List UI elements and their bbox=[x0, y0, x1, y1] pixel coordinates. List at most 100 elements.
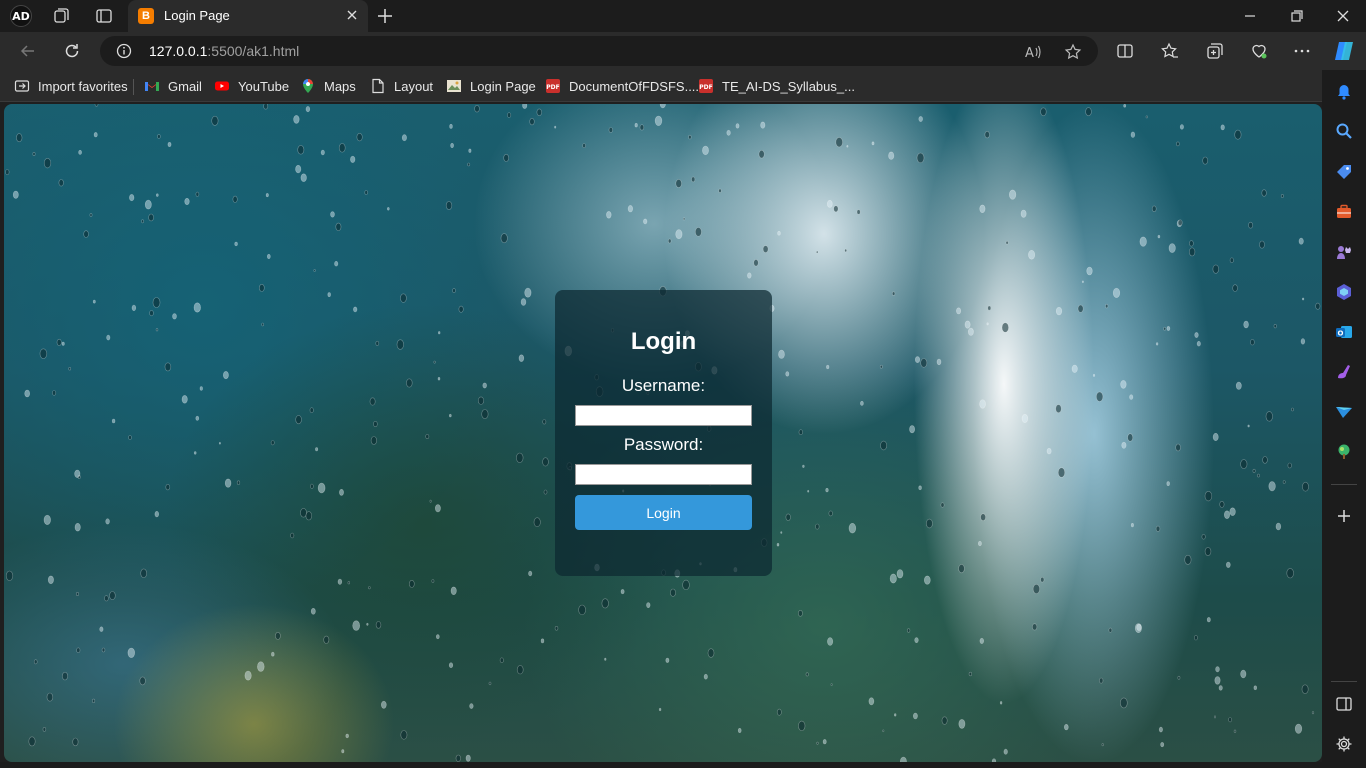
raindrop bbox=[290, 532, 295, 539]
bookmark-youtube[interactable]: YouTube bbox=[214, 77, 289, 95]
raindrop bbox=[1127, 433, 1134, 442]
raindrop bbox=[1248, 221, 1253, 229]
raindrop bbox=[516, 665, 524, 675]
hide-sidebar-icon[interactable] bbox=[1335, 695, 1353, 713]
favorites-icon[interactable] bbox=[1160, 41, 1180, 61]
refresh-icon[interactable] bbox=[62, 41, 82, 61]
drop-icon[interactable] bbox=[1335, 403, 1353, 421]
password-label: Password: bbox=[623, 435, 704, 454]
url-text[interactable]: 127.0.0.1:5500/ak1.html bbox=[149, 43, 299, 59]
restore-icon[interactable] bbox=[1287, 6, 1307, 26]
shopping-tag-icon[interactable] bbox=[1335, 163, 1353, 181]
notifications-bell-icon[interactable] bbox=[1335, 83, 1353, 101]
raindrop bbox=[1001, 322, 1009, 333]
raindrop bbox=[871, 141, 875, 146]
bookmark-login-page[interactable]: Login Page bbox=[446, 77, 536, 95]
raindrop bbox=[1188, 247, 1196, 257]
bookmark-gmail[interactable]: Gmail bbox=[144, 77, 202, 95]
tools-briefcase-icon[interactable] bbox=[1335, 203, 1353, 221]
raindrop bbox=[195, 415, 200, 421]
raindrop bbox=[1046, 447, 1052, 455]
tab-strip: AD B Login Page bbox=[0, 0, 1366, 32]
settings-gear-icon[interactable] bbox=[1335, 735, 1353, 753]
raindrop bbox=[503, 154, 510, 162]
tree-icon[interactable] bbox=[1335, 443, 1353, 461]
raindrop bbox=[707, 648, 715, 658]
split-screen-icon[interactable] bbox=[1115, 41, 1135, 61]
collections-icon[interactable] bbox=[1205, 41, 1225, 61]
raindrop bbox=[868, 697, 875, 706]
tab-login-page[interactable]: B Login Page bbox=[128, 0, 368, 32]
profile-avatar[interactable]: AD bbox=[10, 5, 32, 27]
copilot-icon[interactable] bbox=[1332, 39, 1356, 63]
username-input[interactable] bbox=[575, 405, 752, 426]
site-info-icon[interactable] bbox=[116, 43, 132, 59]
raindrop bbox=[785, 513, 791, 521]
raindrop bbox=[643, 218, 648, 225]
raindrop bbox=[659, 104, 666, 109]
raindrop bbox=[1166, 326, 1171, 331]
search-icon[interactable] bbox=[1335, 122, 1353, 140]
new-tab-icon[interactable] bbox=[375, 6, 395, 26]
minimize-icon[interactable] bbox=[1240, 6, 1260, 26]
tab-actions-icon[interactable] bbox=[95, 7, 113, 25]
raindrop bbox=[435, 634, 440, 640]
raindrop bbox=[139, 676, 146, 686]
raindrop bbox=[61, 671, 68, 681]
raindrop bbox=[468, 148, 472, 153]
raindrop bbox=[347, 581, 350, 585]
window-bottom-edge bbox=[0, 762, 1322, 768]
page-viewport: Login Username: Password: Login bbox=[4, 104, 1322, 762]
bookmark-te-ai-ds-syllabus[interactable]: PDF TE_AI-DS_Syllabus_... bbox=[698, 77, 855, 95]
address-bar[interactable]: 127.0.0.1:5500/ak1.html A bbox=[100, 36, 1098, 66]
raindrop bbox=[339, 488, 344, 496]
edge-sidebar: O bbox=[1322, 70, 1366, 768]
read-aloud-icon[interactable]: A bbox=[1024, 43, 1042, 61]
microsoft-365-icon[interactable] bbox=[1335, 283, 1353, 301]
more-menu-icon[interactable] bbox=[1292, 41, 1312, 61]
bookmark-import-favorites[interactable]: Import favorites bbox=[14, 77, 128, 95]
raindrop bbox=[52, 390, 57, 396]
raindrop bbox=[1214, 676, 1221, 685]
close-tab-icon[interactable] bbox=[344, 7, 360, 23]
raindrop bbox=[109, 591, 116, 600]
browser-essentials-icon[interactable] bbox=[1249, 41, 1269, 61]
raindrop bbox=[646, 602, 651, 608]
raindrop bbox=[822, 739, 827, 745]
raindrop bbox=[958, 719, 966, 729]
raindrop bbox=[1189, 240, 1194, 247]
raindrop bbox=[515, 452, 524, 463]
add-sidebar-app-icon[interactable] bbox=[1335, 507, 1353, 525]
raindrop bbox=[270, 440, 275, 446]
raindrop bbox=[1229, 507, 1236, 516]
login-button[interactable]: Login bbox=[575, 495, 752, 530]
raindrop bbox=[826, 364, 830, 370]
raindrop bbox=[500, 233, 508, 244]
raindrop bbox=[458, 305, 464, 313]
workspaces-icon[interactable] bbox=[52, 7, 70, 25]
raindrop bbox=[305, 106, 311, 113]
back-icon[interactable] bbox=[18, 41, 38, 61]
password-input[interactable] bbox=[575, 464, 752, 485]
raindrop bbox=[12, 190, 19, 199]
outlook-icon[interactable]: O bbox=[1335, 323, 1353, 341]
raindrop bbox=[1300, 338, 1306, 345]
bookmark-maps[interactable]: Maps bbox=[300, 77, 356, 95]
raindrop bbox=[627, 205, 634, 213]
raindrop bbox=[375, 621, 382, 629]
raindrop bbox=[450, 586, 457, 595]
raindrop bbox=[1155, 525, 1161, 532]
raindrop bbox=[1301, 684, 1309, 694]
close-window-icon[interactable] bbox=[1333, 6, 1353, 26]
raindrop bbox=[1168, 243, 1176, 253]
bookmark-layout[interactable]: Layout bbox=[370, 77, 433, 95]
pdf-icon: PDF bbox=[699, 79, 713, 93]
raindrop bbox=[5, 570, 14, 581]
bookmark-document-of-fdsfs[interactable]: PDF DocumentOfFDSFS.... bbox=[545, 77, 699, 95]
favorite-star-icon[interactable] bbox=[1064, 43, 1082, 61]
raindrop bbox=[499, 657, 504, 663]
raindrop bbox=[1273, 324, 1277, 329]
raindrop bbox=[882, 729, 885, 733]
designer-icon[interactable] bbox=[1335, 363, 1353, 381]
games-icon[interactable] bbox=[1335, 243, 1353, 261]
